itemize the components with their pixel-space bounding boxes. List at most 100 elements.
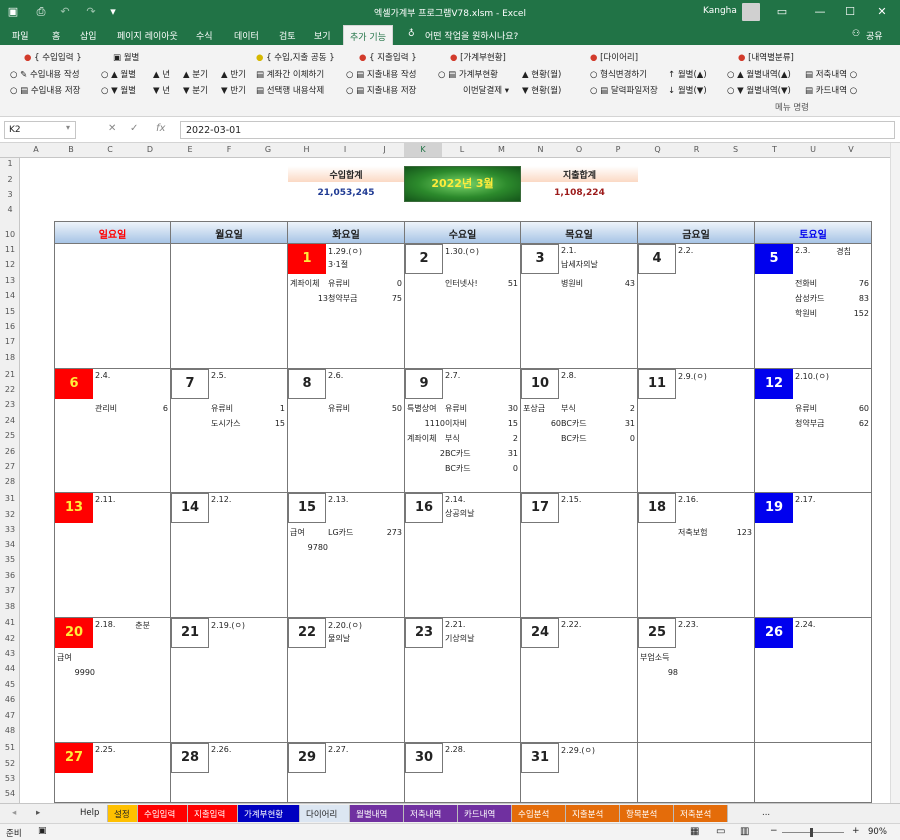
minimize-button[interactable]: — — [808, 4, 832, 20]
column-header[interactable]: T — [755, 145, 794, 154]
calendar-day-cell[interactable]: 17 2.15. — [521, 493, 638, 618]
share-button[interactable]: 공유 — [866, 29, 883, 42]
name-box-dropdown-icon[interactable]: ▾ — [66, 123, 70, 132]
column-header[interactable]: L — [442, 145, 482, 154]
calendar-day-cell[interactable]: 22 2.20.(ㅇ) 물의날 — [288, 618, 405, 743]
zoom-out-icon[interactable]: − — [770, 826, 778, 836]
period-up-quarter[interactable]: ▲ 분기 — [183, 68, 208, 80]
calendar-day-cell[interactable]: 30 2.28. — [405, 743, 521, 804]
avatar[interactable] — [742, 3, 760, 21]
row-header[interactable]: 2 — [0, 175, 20, 184]
row-header[interactable]: 47 — [0, 711, 20, 720]
column-header[interactable]: V — [832, 145, 870, 154]
tab-page-layout[interactable]: 페이지 레이아웃 — [117, 29, 178, 42]
row-header[interactable]: 3 — [0, 190, 20, 199]
column-header[interactable]: K — [404, 143, 442, 157]
sheet-tab[interactable]: 월별내역 — [350, 805, 404, 822]
calendar-day-cell[interactable]: 26 2.24. — [755, 618, 872, 743]
monthly-detail-down[interactable]: ○ ▼ 월별내역(▼) — [727, 84, 791, 96]
calendar-day-cell[interactable]: 12 2.10.(ㅇ) 유류비 60 청약부금 62 — [755, 369, 872, 493]
zoom-slider-thumb[interactable] — [810, 828, 813, 837]
normal-view-icon[interactable]: ▦ — [690, 826, 699, 837]
calendar-day-cell[interactable]: 19 2.17. — [755, 493, 872, 618]
sheet-tab[interactable]: 수입입력 — [138, 805, 188, 822]
row-header[interactable]: 22 — [0, 385, 20, 394]
column-header[interactable]: C — [90, 145, 130, 154]
period-down-quarter[interactable]: ▼ 분기 — [183, 84, 208, 96]
card-detail-button[interactable]: ▤ 카드내역 ○ — [805, 84, 857, 96]
calendar-day-cell[interactable]: 9 2.7. 특별상여 유류비 30 1110 이자비 15 계좌이체 부식 2 2 BC카드 31 BC카… — [405, 369, 521, 493]
row-header[interactable]: 25 — [0, 431, 20, 440]
sheet-tab[interactable]: 다이어리 — [300, 805, 350, 822]
sheet-tab[interactable]: 지출입력 — [188, 805, 238, 822]
calendar-day-cell[interactable]: 29 2.27. — [288, 743, 405, 804]
column-header[interactable]: F — [210, 145, 248, 154]
calendar-day-cell[interactable]: 14 2.12. — [171, 493, 288, 618]
period-up-monthly[interactable]: ○ ▲ 월별 — [101, 68, 136, 80]
column-header[interactable]: P — [598, 145, 638, 154]
category-monthly-up[interactable]: ↑ 월별(▲) — [668, 68, 707, 80]
period-down-monthly[interactable]: ○ ▼ 월별 — [101, 84, 136, 96]
category-monthly-down[interactable]: ↓ 월별(▼) — [668, 84, 707, 96]
cancel-icon[interactable]: ✕ — [108, 123, 116, 134]
calendar-day-cell[interactable]: 11 2.9.(ㅇ) — [638, 369, 755, 493]
row-header[interactable]: 16 — [0, 322, 20, 331]
row-header[interactable]: 38 — [0, 602, 20, 611]
tab-addins[interactable]: 추가 기능 — [343, 25, 393, 45]
column-header[interactable]: S — [716, 145, 755, 154]
calendar-day-cell[interactable] — [638, 743, 755, 804]
calendar-day-cell[interactable]: 6 2.4. 관리비 6 — [55, 369, 171, 493]
page-layout-view-icon[interactable]: ▭ — [716, 826, 725, 837]
calendar-day-cell[interactable]: 10 2.8. 포상금 부식 2 60 BC카드 31 BC카드 0 — [521, 369, 638, 493]
row-header[interactable]: 48 — [0, 726, 20, 735]
status-month-up[interactable]: ▲ 현황(월) — [522, 68, 561, 80]
row-header[interactable]: 45 — [0, 680, 20, 689]
calendar-day-cell[interactable]: 24 2.22. — [521, 618, 638, 743]
zoom-slider[interactable] — [782, 832, 844, 833]
column-header[interactable]: B — [52, 145, 90, 154]
row-header[interactable]: 44 — [0, 664, 20, 673]
close-button[interactable]: ✕ — [870, 4, 894, 20]
calendar-day-cell[interactable]: 8 2.6. 유류비 50 — [288, 369, 405, 493]
calendar-day-cell[interactable]: 1 1.29.(ㅇ) 3·1절 계좌이체 유류비 0 13 청약부금 75 — [288, 244, 405, 369]
row-header[interactable]: 13 — [0, 276, 20, 285]
vertical-scrollbar[interactable] — [890, 143, 900, 803]
calendar-day-cell[interactable]: 2 1.30.(ㅇ) 인터넷사! 51 — [405, 244, 521, 369]
row-header[interactable]: 34 — [0, 540, 20, 549]
save-expense-button[interactable]: ○ ▤ 지출내용 저장 — [346, 84, 416, 96]
row-header[interactable]: 15 — [0, 307, 20, 316]
sheet-tab[interactable]: Help — [74, 805, 108, 822]
insert-function-icon[interactable]: fx — [156, 123, 165, 134]
calendar-day-cell[interactable] — [55, 244, 171, 369]
macro-record-icon[interactable]: ▣ — [38, 826, 47, 836]
period-up-year[interactable]: ▲ 년 — [153, 68, 170, 80]
period-down-year[interactable]: ▼ 년 — [153, 84, 170, 96]
row-header[interactable]: 26 — [0, 447, 20, 456]
tab-scroll-right[interactable]: ▸ — [30, 805, 46, 822]
row-header[interactable]: 12 — [0, 260, 20, 269]
page-break-view-icon[interactable]: ▥ — [740, 826, 749, 837]
tab-scroll-left[interactable]: ◂ — [6, 805, 22, 822]
calendar-day-cell[interactable]: 15 2.13. 급여 LG카드 273 9780 — [288, 493, 405, 618]
column-header[interactable]: E — [170, 145, 210, 154]
row-header[interactable]: 37 — [0, 586, 20, 595]
row-header[interactable]: 53 — [0, 774, 20, 783]
calendar-day-cell[interactable]: 28 2.26. — [171, 743, 288, 804]
calendar-day-cell[interactable]: 4 2.2. — [638, 244, 755, 369]
ledger-status-button[interactable]: ○ ▤ 가계부현황 — [438, 68, 498, 80]
status-month-down[interactable]: ▼ 현황(월) — [522, 84, 561, 96]
row-header[interactable]: 41 — [0, 618, 20, 627]
sheet-tab[interactable]: 설정 — [108, 805, 138, 822]
column-header[interactable]: N — [521, 145, 560, 154]
row-header[interactable]: 46 — [0, 695, 20, 704]
row-header[interactable]: 27 — [0, 462, 20, 471]
ribbon-display-icon[interactable]: ▭ — [770, 4, 794, 20]
calendar-day-cell[interactable]: 18 2.16. 저축보험 123 — [638, 493, 755, 618]
row-header[interactable]: 24 — [0, 416, 20, 425]
monthly-detail-up[interactable]: ○ ▲ 월별내역(▲) — [727, 68, 791, 80]
row-header[interactable]: 43 — [0, 649, 20, 658]
calendar-day-cell[interactable]: 21 2.19.(ㅇ) — [171, 618, 288, 743]
calendar-day-cell[interactable]: 20 2.18. 춘분 급여 9990 — [55, 618, 171, 743]
sheet-tab[interactable]: 수입분석 — [512, 805, 566, 822]
tab-insert[interactable]: 삽입 — [80, 29, 97, 42]
